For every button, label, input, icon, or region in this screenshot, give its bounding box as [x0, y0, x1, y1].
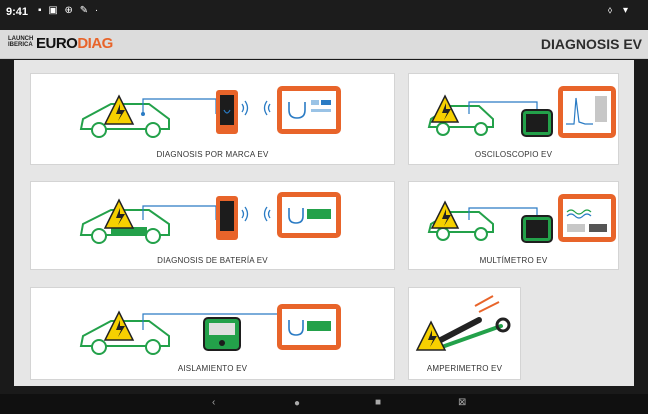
tablet-multimeter-icon [558, 194, 616, 242]
wireless-icon [241, 206, 271, 222]
screenshot-icon[interactable]: ⊠ [458, 397, 466, 408]
back-button[interactable]: ‹ [212, 397, 215, 408]
clock: 9:41 [6, 6, 29, 18]
insulation-tester-icon [203, 317, 241, 351]
system-nav-bar: ‹ ● ■ ⊠ [0, 394, 648, 414]
warning-triangle-icon [103, 94, 135, 125]
card-diagnosis-por-marca[interactable]: DIAGNOSIS POR MARCA EV [30, 73, 395, 165]
tablet-stethoscope-icon [277, 86, 341, 134]
home-button[interactable]: ● [294, 398, 300, 409]
card-label: DIAGNOSIS POR MARCA EV [156, 150, 269, 159]
card-aislamiento[interactable]: AISLAMIENTO EV [30, 287, 395, 380]
warning-triangle-icon [415, 320, 447, 351]
warning-triangle-icon [430, 94, 460, 123]
card-label: OSCILOSCOPIO EV [474, 150, 553, 159]
tablet-oscilloscope-icon [558, 86, 616, 138]
phone-icon [216, 196, 238, 240]
tablet-insulation-icon [277, 304, 341, 350]
page-title: DIAGNOSIS EV [540, 36, 642, 52]
card-diagnosis-bateria[interactable]: DIAGNOSIS DE BATERÍA EV [30, 181, 395, 270]
warning-triangle-icon [430, 200, 460, 229]
phone-icon [216, 90, 238, 134]
card-label: AISLAMIENTO EV [177, 364, 248, 373]
status-bar: 9:41 ▪ ▣ ⊕ ✎ · ⬨ ▾ [0, 0, 648, 30]
launch-iberica-logo: LAUNCH IBERICA [8, 36, 34, 48]
warning-triangle-icon [103, 198, 135, 229]
main-grid: DIAGNOSIS POR MARCA EV OSCILOSCOPIO EV D… [14, 60, 634, 386]
recents-button[interactable]: ■ [375, 397, 381, 408]
card-amperimetro[interactable]: AMPERIMETRO EV [408, 287, 521, 380]
vci-device-icon [521, 109, 553, 137]
current-clamp-icon [430, 295, 511, 350]
notification-icons: ▪ ▣ ⊕ ✎ · [38, 5, 101, 16]
app-bar: LAUNCH IBERICA EURODIAG DIAGNOSIS EV [0, 30, 648, 59]
warning-triangle-icon [103, 310, 135, 341]
card-label: DIAGNOSIS DE BATERÍA EV [157, 256, 268, 265]
vci-device-icon [521, 215, 553, 243]
system-icons: ⬨ ▾ [607, 5, 632, 16]
eurodiag-logo: EURODIAG [36, 35, 113, 52]
card-label: MULTÍMETRO EV [479, 256, 548, 265]
tablet-battery-icon [277, 192, 341, 238]
wireless-icon [241, 100, 271, 116]
card-label: AMPERIMETRO EV [426, 364, 503, 373]
card-osciloscopio[interactable]: OSCILOSCOPIO EV [408, 73, 619, 165]
card-multimetro[interactable]: MULTÍMETRO EV [408, 181, 619, 270]
